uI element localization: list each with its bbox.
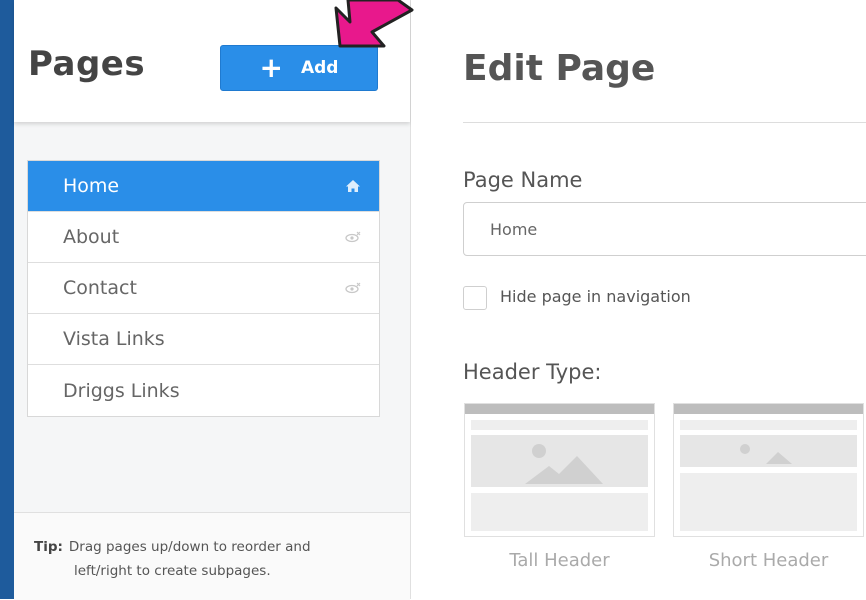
hidden-eye-icon	[345, 282, 361, 294]
hide-page-checkbox-label: Hide page in navigation	[500, 287, 691, 306]
header-type-label: Header Type:	[463, 360, 602, 384]
page-item-about[interactable]: About	[28, 212, 379, 263]
page-item-label: Contact	[63, 277, 137, 299]
tall-header-option[interactable]	[464, 403, 655, 537]
page-item-contact[interactable]: Contact	[28, 263, 379, 314]
page-item-vista-links[interactable]: Vista Links	[28, 314, 379, 365]
page-item-label: Home	[63, 175, 120, 197]
tip-area: Tip: Drag pages up/down to reorder and le…	[14, 512, 410, 600]
sidebar-title: Pages	[28, 44, 146, 84]
page-title: Edit Page	[463, 48, 656, 89]
image-placeholder-icon	[740, 444, 792, 464]
header-option-topbar	[674, 404, 863, 414]
page-name-field[interactable]	[463, 202, 866, 256]
tip-line-2: left/right to create subpages.	[74, 563, 271, 579]
header-option-row	[680, 420, 857, 430]
image-placeholder-icon	[525, 444, 603, 484]
short-header-option[interactable]	[673, 403, 864, 537]
add-button-label: Add	[300, 58, 339, 78]
hide-page-checkbox[interactable]	[463, 286, 487, 310]
page-name-label: Page Name	[463, 168, 583, 192]
edit-page-panel: Edit Page Page Name Hide page in navigat…	[411, 0, 866, 599]
short-header-label: Short Header	[708, 550, 829, 571]
divider	[463, 122, 866, 123]
plus-icon: +	[259, 51, 283, 84]
page-item-driggs-links[interactable]: Driggs Links	[28, 365, 379, 416]
hidden-eye-icon	[345, 231, 361, 243]
pages-sidebar: Pages + Add Home About Contact Vista Lin…	[14, 0, 411, 600]
home-icon	[346, 180, 360, 192]
tip-line-1: Drag pages up/down to reorder and	[68, 539, 311, 555]
page-item-label: Driggs Links	[63, 379, 180, 402]
page-item-label: About	[63, 226, 120, 248]
left-edge-strip	[0, 0, 14, 599]
page-item-home[interactable]: Home	[28, 161, 379, 212]
header-option-content	[471, 493, 648, 531]
page-item-label: Vista Links	[63, 328, 165, 350]
page-list: Home About Contact Vista Links Driggs Li…	[27, 160, 380, 417]
header-option-row	[471, 420, 648, 430]
tip-text: Tip: Drag pages up/down to reorder and le…	[34, 535, 354, 583]
header-option-topbar	[465, 404, 654, 414]
header-option-content	[680, 473, 857, 531]
tip-label: Tip:	[34, 539, 63, 555]
pink-arrow-icon	[334, 0, 414, 48]
tall-header-label: Tall Header	[509, 550, 610, 571]
